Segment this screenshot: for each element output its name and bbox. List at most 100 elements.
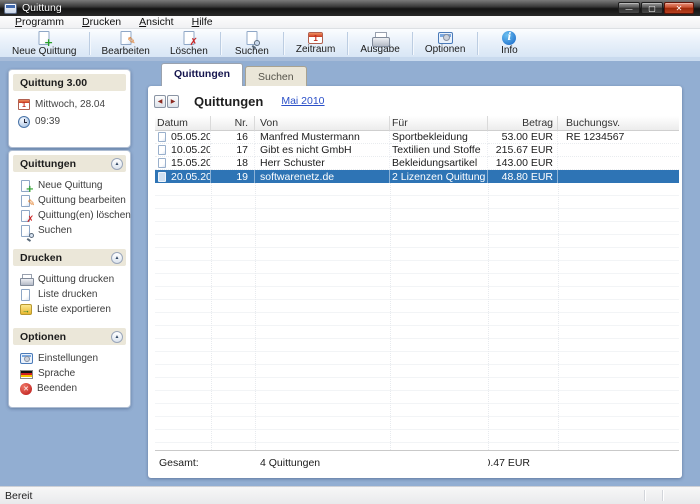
toolbar: + Neue Quittung ✎ Bearbeiten ✗ Löschen S… xyxy=(0,29,700,57)
settings-icon xyxy=(20,353,33,364)
window-title: Quittung xyxy=(22,2,613,14)
document-delete-icon: ✗ xyxy=(179,31,199,46)
cell-datum: 10.05.2010 xyxy=(171,144,211,156)
delete-button[interactable]: ✗ Löschen xyxy=(160,30,218,57)
cell-datum: 15.05.2010 xyxy=(171,157,211,169)
sidebar-item-liste-drucken[interactable]: Liste drucken xyxy=(9,287,130,302)
menu-bar: Programm Drucken Ansicht Hilfe xyxy=(0,16,700,29)
document-icon xyxy=(20,289,33,301)
document-plus-icon: + xyxy=(20,180,33,192)
sidebar-item-sprache[interactable]: Sprache xyxy=(9,366,130,381)
menu-ansicht[interactable]: Ansicht xyxy=(130,16,182,28)
sidebar-item-beenden[interactable]: Beenden xyxy=(9,381,130,396)
section-quittungen-header: Quittungen xyxy=(13,155,126,172)
collapse-button[interactable] xyxy=(111,252,123,264)
menu-programm[interactable]: Programm xyxy=(6,16,73,28)
next-month-button[interactable] xyxy=(167,95,179,108)
table-empty-area xyxy=(155,183,679,450)
period-link[interactable]: Mai 2010 xyxy=(281,95,324,107)
column-header-von[interactable]: Von xyxy=(255,116,390,131)
toolbar-separator xyxy=(89,32,90,55)
status-text: Bereit xyxy=(5,490,32,502)
tab-strip: Quittungen Suchen xyxy=(161,62,307,86)
collapse-button[interactable] xyxy=(111,331,123,343)
column-header-buchungsv[interactable]: Buchungsv. xyxy=(558,116,679,131)
search-button[interactable]: Suchen xyxy=(223,30,281,57)
column-header-fuer[interactable]: Für xyxy=(390,116,488,131)
table-header-row: Datum Nr. Von Für Betrag Buchungsv. xyxy=(155,116,679,131)
maximize-button[interactable] xyxy=(641,2,663,14)
section-optionen-header: Optionen xyxy=(13,328,126,345)
sidebar-item-quittung-drucken[interactable]: Quittung drucken xyxy=(9,272,130,287)
table-row[interactable]: 15.05.2010 18 Herr Schuster Bekleidungsa… xyxy=(155,157,679,170)
german-flag-icon xyxy=(20,370,33,379)
cell-betrag: 215.67 EUR xyxy=(488,144,558,157)
close-button[interactable] xyxy=(664,2,694,14)
sidebar-info-box: Quittung 3.00 Mittwoch, 28.04 09:39 xyxy=(8,69,131,148)
sidebar-item-quittung-bearbeiten[interactable]: ✎ Quittung bearbeiten xyxy=(9,193,130,208)
info-icon xyxy=(502,31,516,45)
toolbar-separator xyxy=(477,32,478,55)
table-row-selected[interactable]: 20.05.2010 19 softwarenetz.de 2 Lizenzen… xyxy=(155,170,679,183)
column-header-datum[interactable]: Datum xyxy=(155,116,211,131)
menu-hilfe[interactable]: Hilfe xyxy=(183,16,222,28)
edit-button[interactable]: ✎ Bearbeiten xyxy=(92,30,160,57)
cell-von: Manfred Mustermann xyxy=(255,131,390,144)
quit-icon xyxy=(20,383,32,395)
options-button[interactable]: Optionen xyxy=(415,30,476,57)
app-version-label: Quittung 3.00 xyxy=(20,77,123,89)
total-count: 4 Quittungen xyxy=(255,451,390,474)
toolbar-separator xyxy=(220,32,221,55)
sidebar-item-quittungen-loeschen[interactable]: ✗ Quittung(en) löschen xyxy=(9,208,130,223)
cell-von: softwarenetz.de xyxy=(255,170,390,183)
toolbar-separator xyxy=(347,32,348,55)
minimize-button[interactable] xyxy=(618,2,640,14)
document-search-icon xyxy=(20,225,33,237)
sidebar-item-neue-quittung[interactable]: + Neue Quittung xyxy=(9,178,130,193)
column-header-nr[interactable]: Nr. xyxy=(211,116,255,131)
cell-fuer: 2 Lizenzen Quittung xyxy=(390,170,488,183)
status-divider xyxy=(662,490,663,501)
grid-line xyxy=(558,183,559,450)
total-label: Gesamt: xyxy=(155,451,211,474)
page-title: Quittungen xyxy=(194,94,263,109)
new-receipt-button[interactable]: + Neue Quittung xyxy=(2,30,87,57)
toolbar-separator xyxy=(412,32,413,55)
sidebar-item-liste-exportieren[interactable]: Liste exportieren xyxy=(9,302,130,317)
cell-datum: 20.05.2010 xyxy=(171,171,211,183)
column-header-betrag[interactable]: Betrag xyxy=(488,116,558,131)
clock-icon xyxy=(18,116,30,128)
period-button[interactable]: Zeitraum xyxy=(286,30,345,57)
receipt-icon xyxy=(157,145,168,155)
sidebar-item-suchen[interactable]: Suchen xyxy=(9,223,130,238)
sidebar-item-einstellungen[interactable]: Einstellungen xyxy=(9,351,130,366)
document-search-icon xyxy=(242,31,262,46)
output-button[interactable]: Ausgabe xyxy=(350,30,409,57)
menu-drucken[interactable]: Drucken xyxy=(73,16,130,28)
total-amount: 460.47 EUR xyxy=(488,451,558,474)
printer-icon xyxy=(20,274,33,286)
export-icon xyxy=(20,304,32,315)
calendar-icon xyxy=(18,99,30,110)
cell-betrag: 48.80 EUR xyxy=(488,170,558,183)
main-panel: Quittungen Mai 2010 Datum Nr. Von Für Be… xyxy=(148,86,682,478)
calendar-icon xyxy=(308,32,323,44)
status-bar: Bereit xyxy=(0,486,700,504)
title-bar: Quittung xyxy=(0,0,700,16)
tab-quittungen[interactable]: Quittungen xyxy=(161,63,243,86)
table-row[interactable]: 10.05.2010 17 Gibt es nicht GmbH Textili… xyxy=(155,144,679,157)
cell-nr: 17 xyxy=(211,144,255,157)
table-footer: Gesamt: 4 Quittungen 460.47 EUR xyxy=(155,450,679,474)
info-button[interactable]: Info xyxy=(480,30,538,57)
cell-nr: 18 xyxy=(211,157,255,170)
receipt-table: Datum Nr. Von Für Betrag Buchungsv. 05.0… xyxy=(155,116,679,474)
collapse-button[interactable] xyxy=(111,158,123,170)
table-row[interactable]: 05.05.2010 16 Manfred Mustermann Sportbe… xyxy=(155,131,679,144)
previous-month-button[interactable] xyxy=(154,95,166,108)
toolbar-separator xyxy=(283,32,284,55)
grid-line xyxy=(211,183,212,450)
tab-suchen[interactable]: Suchen xyxy=(245,66,307,86)
current-time: 09:39 xyxy=(9,113,130,130)
cell-buchungsv xyxy=(558,157,679,170)
cell-fuer: Textilien und Stoffe xyxy=(390,144,488,157)
